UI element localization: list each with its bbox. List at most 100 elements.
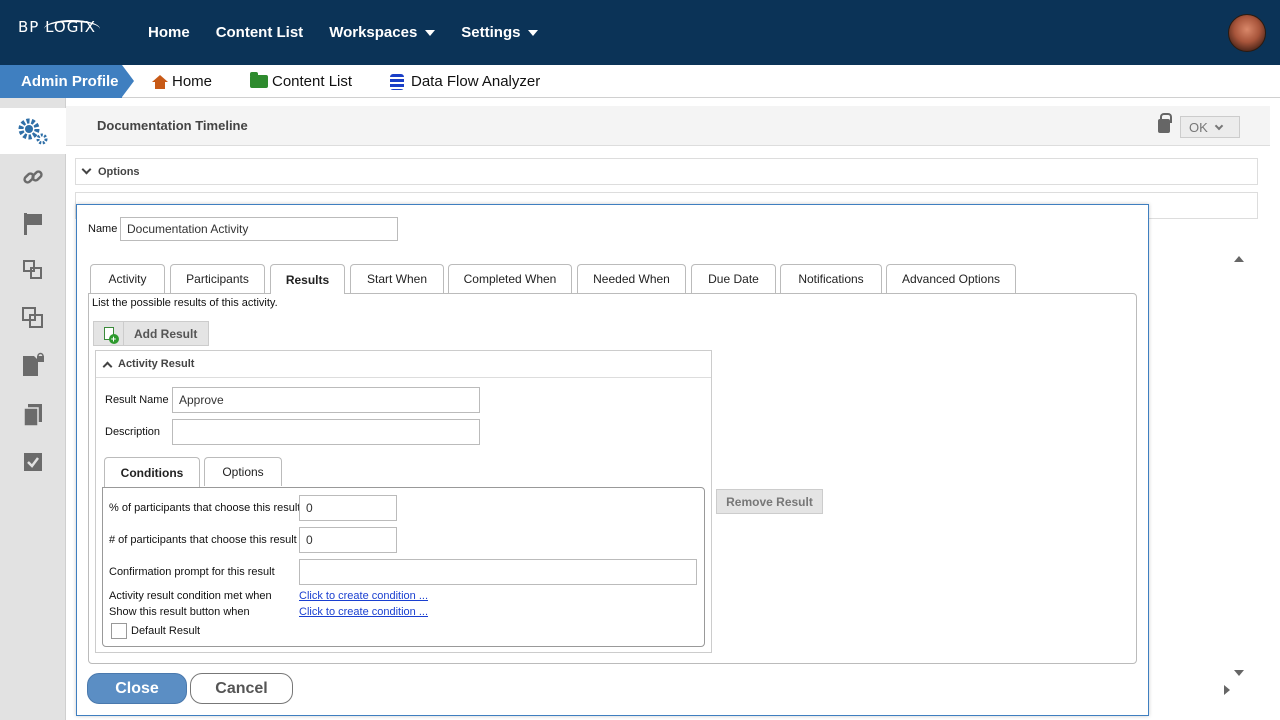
show-result-button-label: Show this result button when	[109, 606, 250, 618]
tab-start-when[interactable]: Start When	[350, 264, 444, 293]
result-description-input[interactable]	[172, 419, 480, 445]
cancel-label: Cancel	[215, 679, 268, 697]
page-title-bar: Documentation Timeline OK	[66, 106, 1270, 146]
tab-activity[interactable]: Activity	[90, 264, 165, 293]
activity-name-input[interactable]	[120, 217, 398, 241]
ok-dropdown-button[interactable]: OK	[1180, 116, 1240, 138]
breadcrumb-home-label: Home	[172, 73, 213, 90]
tab-needed-when-label: Needed When	[593, 272, 670, 286]
caret-down-icon	[528, 29, 539, 36]
home-icon	[152, 74, 168, 89]
topnav-home-label: Home	[148, 24, 190, 41]
brand-logo-arc	[44, 20, 100, 38]
condition-met-label: Activity result condition met when	[109, 590, 272, 602]
tab-results-label: Results	[285, 272, 330, 287]
breadcrumb-home[interactable]: Home	[152, 65, 212, 98]
sidebar-item-locked-docs[interactable]	[0, 342, 66, 388]
sidebar-item-links[interactable]	[0, 154, 66, 200]
scroll-up-arrow-icon[interactable]	[1234, 256, 1244, 262]
options-label: Options	[98, 165, 140, 178]
tab-advanced-options-label: Advanced Options	[901, 272, 1001, 286]
top-nav-menu: Home Content List Workspaces Settings	[148, 0, 564, 65]
create-condition-met-link[interactable]: Click to create condition ...	[299, 590, 428, 602]
documents-icon	[23, 404, 42, 427]
breadcrumb-data-flow-analyzer[interactable]: Data Flow Analyzer	[390, 65, 540, 98]
default-result-checkbox[interactable]	[111, 623, 127, 639]
sidebar-item-copy[interactable]	[0, 295, 66, 341]
sidebar-item-documents[interactable]	[0, 392, 66, 438]
activity-result-section: Activity Result Result Name Description …	[95, 350, 712, 653]
database-icon	[390, 73, 404, 90]
scroll-right-arrow-icon[interactable]	[1224, 685, 1230, 695]
sidebar-item-move[interactable]	[0, 247, 66, 293]
topnav-content-list-label: Content List	[215, 24, 304, 41]
sidebar-item-checklist[interactable]	[0, 439, 66, 485]
result-name-input[interactable]	[172, 387, 480, 413]
topnav-settings-label: Settings	[461, 24, 521, 41]
user-avatar[interactable]	[1228, 14, 1266, 52]
default-result-label: Default Result	[131, 625, 201, 637]
copy-icon	[22, 307, 43, 328]
close-label: Close	[115, 679, 159, 697]
activity-result-header[interactable]: Activity Result	[96, 351, 711, 378]
create-show-condition-link[interactable]: Click to create condition ...	[299, 606, 428, 618]
subtab-conditions-label: Conditions	[120, 465, 184, 480]
gears-icon	[18, 118, 48, 145]
tab-participants[interactable]: Participants	[170, 264, 265, 293]
tab-due-date[interactable]: Due Date	[691, 264, 776, 293]
close-button[interactable]: Close	[87, 673, 187, 704]
topnav-workspaces[interactable]: Workspaces	[329, 24, 436, 41]
conditions-panel: % of participants that choose this resul…	[102, 487, 705, 647]
results-description: List the possible results of this activi…	[92, 297, 278, 309]
breadcrumb-content-list[interactable]: Content List	[250, 65, 352, 98]
caret-down-icon	[425, 29, 436, 36]
breadcrumb-data-flow-label: Data Flow Analyzer	[411, 73, 541, 90]
results-tab-panel: List the possible results of this activi…	[88, 293, 1137, 664]
tab-notifications-label: Notifications	[798, 272, 864, 286]
left-sidebar	[0, 98, 66, 720]
tab-needed-when[interactable]: Needed When	[577, 264, 686, 293]
chevron-down-icon	[81, 164, 92, 175]
locked-document-icon	[23, 352, 44, 376]
tab-notifications[interactable]: Notifications	[780, 264, 882, 293]
activity-result-title: Activity Result	[118, 358, 195, 370]
subtab-options[interactable]: Options	[204, 457, 282, 486]
add-result-button[interactable]: Add Result	[93, 321, 209, 346]
top-navbar: BP LOGIX Home Content List Workspaces Se…	[0, 0, 1280, 65]
confirmation-prompt-input[interactable]	[299, 559, 697, 585]
topnav-workspaces-label: Workspaces	[329, 24, 418, 41]
lock-icon[interactable]	[1158, 113, 1172, 133]
chevron-down-icon	[1214, 121, 1224, 130]
pct-participants-input[interactable]	[299, 495, 397, 521]
subtab-options-label: Options	[222, 465, 264, 479]
topnav-settings[interactable]: Settings	[461, 24, 539, 41]
tab-activity-label: Activity	[108, 272, 147, 286]
activity-dialog: Name Activity Participants Results Start…	[76, 204, 1149, 716]
topnav-content-list[interactable]: Content List	[216, 24, 304, 41]
admin-profile-tab[interactable]: Admin Profile	[0, 65, 134, 98]
pct-participants-label: % of participants that choose this resul…	[109, 502, 301, 514]
topnav-home[interactable]: Home	[148, 24, 190, 41]
folder-icon	[250, 72, 268, 88]
admin-profile-label: Admin Profile	[21, 73, 119, 90]
options-section-header[interactable]: Options	[75, 158, 1258, 185]
tab-participants-label: Participants	[186, 272, 249, 286]
sidebar-item-settings[interactable]	[0, 108, 66, 154]
confirmation-prompt-label: Confirmation prompt for this result	[109, 566, 275, 578]
tab-advanced-options[interactable]: Advanced Options	[886, 264, 1016, 293]
link-icon	[23, 170, 43, 184]
checklist-icon	[24, 453, 42, 471]
scroll-down-arrow-icon[interactable]	[1234, 670, 1244, 676]
remove-result-button[interactable]: Remove Result	[716, 489, 823, 514]
tab-results[interactable]: Results	[270, 264, 345, 294]
name-label: Name	[88, 223, 118, 235]
tab-completed-when-label: Completed When	[463, 272, 557, 286]
breadcrumb-content-list-label: Content List	[272, 73, 353, 90]
cancel-button[interactable]: Cancel	[190, 673, 293, 704]
tab-start-when-label: Start When	[366, 272, 428, 286]
sidebar-item-flags[interactable]	[0, 201, 66, 247]
tab-completed-when[interactable]: Completed When	[448, 264, 572, 293]
remove-result-label: Remove Result	[726, 494, 813, 509]
subtab-conditions[interactable]: Conditions	[104, 457, 200, 487]
count-participants-input[interactable]	[299, 527, 397, 553]
